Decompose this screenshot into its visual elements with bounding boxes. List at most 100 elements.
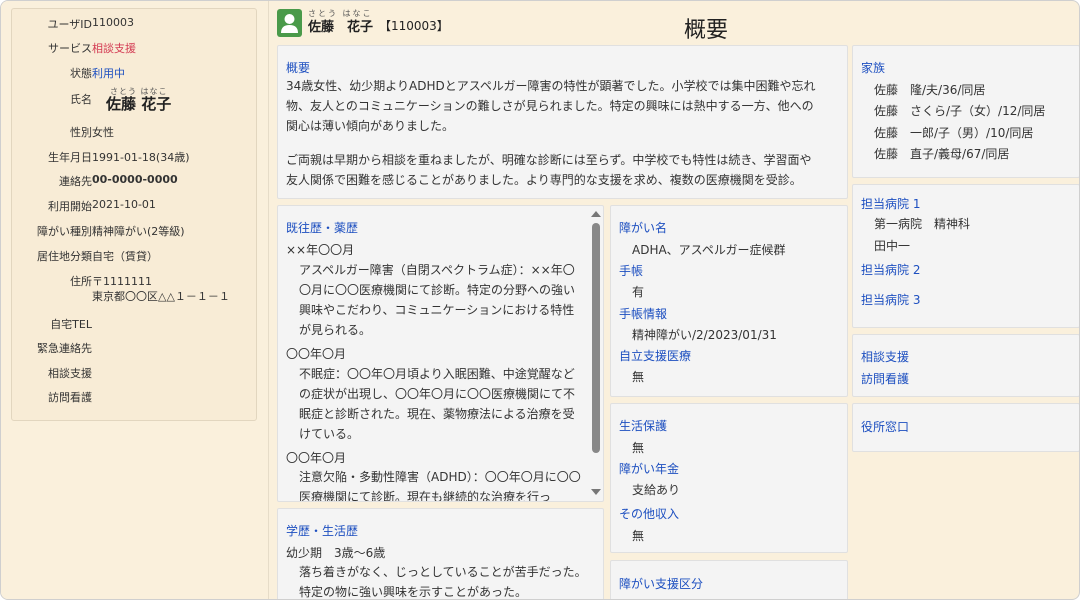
row-home-tel: 自宅TEL xyxy=(12,313,258,333)
history-date: ××年〇〇月 xyxy=(286,243,355,257)
family-detail: 隆/夫/36/同居 xyxy=(910,83,986,97)
notebook-title: 手帳 xyxy=(619,264,644,278)
disability-name-title: 障がい名 xyxy=(619,221,668,235)
disability-name-value: ADHA、アスペルガー症候群 xyxy=(632,243,786,257)
family-detail: さくら/子（女）/12/同居 xyxy=(910,104,1046,118)
label: 生年月日 xyxy=(48,151,92,164)
label: 利用開始 xyxy=(48,200,92,213)
services-card: 相談支援 訪問看護 xyxy=(852,334,1079,397)
education-text: 落ち着きがなく、じっとしていることが苦手だった。特定の物に強い興味を示すことがあ… xyxy=(299,565,587,599)
profile-sidebar: ユーザID 110003 サービス 相談支援 状態 利用中 氏名 さとう はなこ… xyxy=(1,1,269,599)
overview-paragraph-2: ご両親は早期から相談を重ねましたが、明確な診断には至らず。中学校でも特性は続き、… xyxy=(286,153,812,187)
user-avatar-icon xyxy=(277,9,302,37)
label: 住所 xyxy=(70,275,92,288)
row-start: 利用開始 2021-10-01 xyxy=(12,195,258,215)
row-contact: 連絡先 00-0000-0000 xyxy=(12,170,258,190)
welfare-value: 無 xyxy=(632,441,645,455)
label: 連絡先 xyxy=(59,175,92,188)
history-entry-text: 不眠症：〇〇年〇月頃より入眠困難、中途覚醒などの症状が出現し、〇〇年〇月に〇〇医… xyxy=(299,367,576,441)
profile-card: ユーザID 110003 サービス 相談支援 状態 利用中 氏名 さとう はなこ… xyxy=(11,8,257,421)
other-income-value: 無 xyxy=(632,529,645,543)
row-birth: 生年月日 1991-01-18(34歳) xyxy=(12,146,258,166)
disability-type-value: 精神障がい(2等級) xyxy=(92,225,185,238)
postal-value: 〒1111111 xyxy=(92,275,152,288)
birth-value: 1991-01-18(34歳) xyxy=(92,151,190,164)
notebook-value: 有 xyxy=(632,285,645,299)
family-title: 家族 xyxy=(861,61,886,75)
family-surname: 佐藤 xyxy=(874,126,899,140)
page-header: さとう はなこ 佐藤 花子 【110003】 概要 xyxy=(271,7,1079,43)
family-card: 家族 佐藤 隆/夫/36/同居 佐藤 さくら/子（女）/12/同居 佐藤 一郎/… xyxy=(852,45,1079,178)
row-gender: 性別 女性 xyxy=(12,121,258,141)
education-period: 幼少期 3歳～6歳 xyxy=(286,546,386,560)
row-address: 住所 〒1111111 東京都〇〇区△△１－１－１ xyxy=(12,270,258,304)
label: 性別 xyxy=(70,126,92,139)
support-level-card: 障がい支援区分 xyxy=(610,560,848,599)
family-surname: 佐藤 xyxy=(874,83,899,97)
hospital-1-link[interactable]: 担当病院 1 xyxy=(861,195,920,212)
service-value: 相談支援 xyxy=(92,42,136,55)
pension-title: 障がい年金 xyxy=(619,462,680,476)
label: 緊急連絡先 xyxy=(37,342,92,355)
history-entry-text: 注意欠陥・多動性障害（ADHD）：〇〇年〇月に〇〇医療機関にて診断。現在も継続的… xyxy=(299,470,581,502)
header-id: 【110003】 xyxy=(379,19,449,33)
label: ユーザID xyxy=(47,18,93,31)
row-emergency: 緊急連絡先 xyxy=(12,337,258,357)
hospital-1-doctor: 田中一 xyxy=(874,239,911,253)
row-service: サービス 相談支援 xyxy=(12,37,258,57)
status-value: 利用中 xyxy=(92,67,125,80)
row-disability-type: 障がい種別 精神障がい(2等級) xyxy=(12,220,258,240)
scroll-thumb[interactable] xyxy=(592,223,600,453)
label: 自宅TEL xyxy=(50,318,92,331)
label: 相談支援 xyxy=(48,367,92,380)
office-link[interactable]: 役所窓口 xyxy=(861,418,909,435)
hospital-1-name: 第一病院 精神科 xyxy=(874,217,971,231)
hospital-3-link[interactable]: 担当病院 3 xyxy=(861,291,920,308)
label: 居住地分類 xyxy=(37,250,92,263)
overview-title: 概要 xyxy=(286,61,311,75)
self-support-title: 自立支援医療 xyxy=(619,349,692,363)
residence-value: 自宅（賃貸） xyxy=(92,250,158,263)
label: 氏名 xyxy=(70,93,92,106)
history-title: 既往歴・薬歴 xyxy=(286,221,359,235)
label: サービス xyxy=(48,42,92,55)
hospital-2-link[interactable]: 担当病院 2 xyxy=(861,261,920,278)
consult-support-link[interactable]: 相談支援 xyxy=(861,348,909,365)
pension-value: 支給あり xyxy=(632,483,681,497)
notebook-info-title: 手帳情報 xyxy=(619,307,668,321)
history-card[interactable]: 既往歴・薬歴 ××年〇〇月 アスペルガー障害（自閉スペクトラム症）：××年〇〇月… xyxy=(277,205,604,502)
row-name: 氏名 さとう はなこ 佐藤 花子 xyxy=(12,87,258,121)
label: 状態 xyxy=(70,67,92,80)
app-window: ユーザID 110003 サービス 相談支援 状態 利用中 氏名 さとう はなこ… xyxy=(0,0,1080,600)
history-date: 〇〇年〇月 xyxy=(286,347,347,361)
overview-paragraph-1: 34歳女性、幼少期よりADHDとアスペルガー障害の特性が顕著でした。小学校では集… xyxy=(286,79,816,133)
self-support-value: 無 xyxy=(632,370,645,384)
row-status: 状態 利用中 xyxy=(12,62,258,82)
income-card: 生活保護 無 障がい年金 支給あり その他収入 無 xyxy=(610,403,848,553)
welfare-title: 生活保護 xyxy=(619,419,668,433)
home-nursing-link[interactable]: 訪問看護 xyxy=(861,370,909,387)
notebook-info-value: 精神障がい/2/2023/01/31 xyxy=(632,328,777,342)
other-income-title: その他収入 xyxy=(619,507,680,521)
family-surname: 佐藤 xyxy=(874,104,899,118)
page-title: 概要 xyxy=(684,18,729,43)
row-user-id: ユーザID 110003 xyxy=(12,13,258,33)
disability-card: 障がい名 ADHA、アスペルガー症候群 手帳 有 手帳情報 精神障がい/2/20… xyxy=(610,205,848,397)
overview-card: 概要 34歳女性、幼少期よりADHDとアスペルガー障害の特性が顕著でした。小学校… xyxy=(277,45,848,199)
history-scrollbar[interactable] xyxy=(589,208,603,499)
scroll-down-arrow-icon[interactable] xyxy=(591,489,601,495)
label: 訪問看護 xyxy=(48,391,92,404)
support-level-title: 障がい支援区分 xyxy=(619,577,704,591)
history-entry-text: アスペルガー障害（自閉スペクトラム症）：××年〇〇月に〇〇医療機関にて診断。特定… xyxy=(299,263,576,337)
office-card: 役所窓口 xyxy=(852,403,1079,452)
row-residence: 居住地分類 自宅（賃貸） xyxy=(12,245,258,265)
family-surname: 佐藤 xyxy=(874,147,899,161)
history-date: 〇〇年〇月 xyxy=(286,451,347,465)
scroll-up-arrow-icon[interactable] xyxy=(591,211,601,217)
family-detail: 一郎/子（男）/10/同居 xyxy=(910,126,1034,140)
user-id-value: 110003 xyxy=(92,16,134,29)
address-value: 東京都〇〇区△△１－１－１ xyxy=(92,290,230,303)
education-title: 学歴・生活歴 xyxy=(286,524,359,538)
contact-value: 00-0000-0000 xyxy=(92,173,178,186)
row-consult: 相談支援 xyxy=(12,362,258,382)
